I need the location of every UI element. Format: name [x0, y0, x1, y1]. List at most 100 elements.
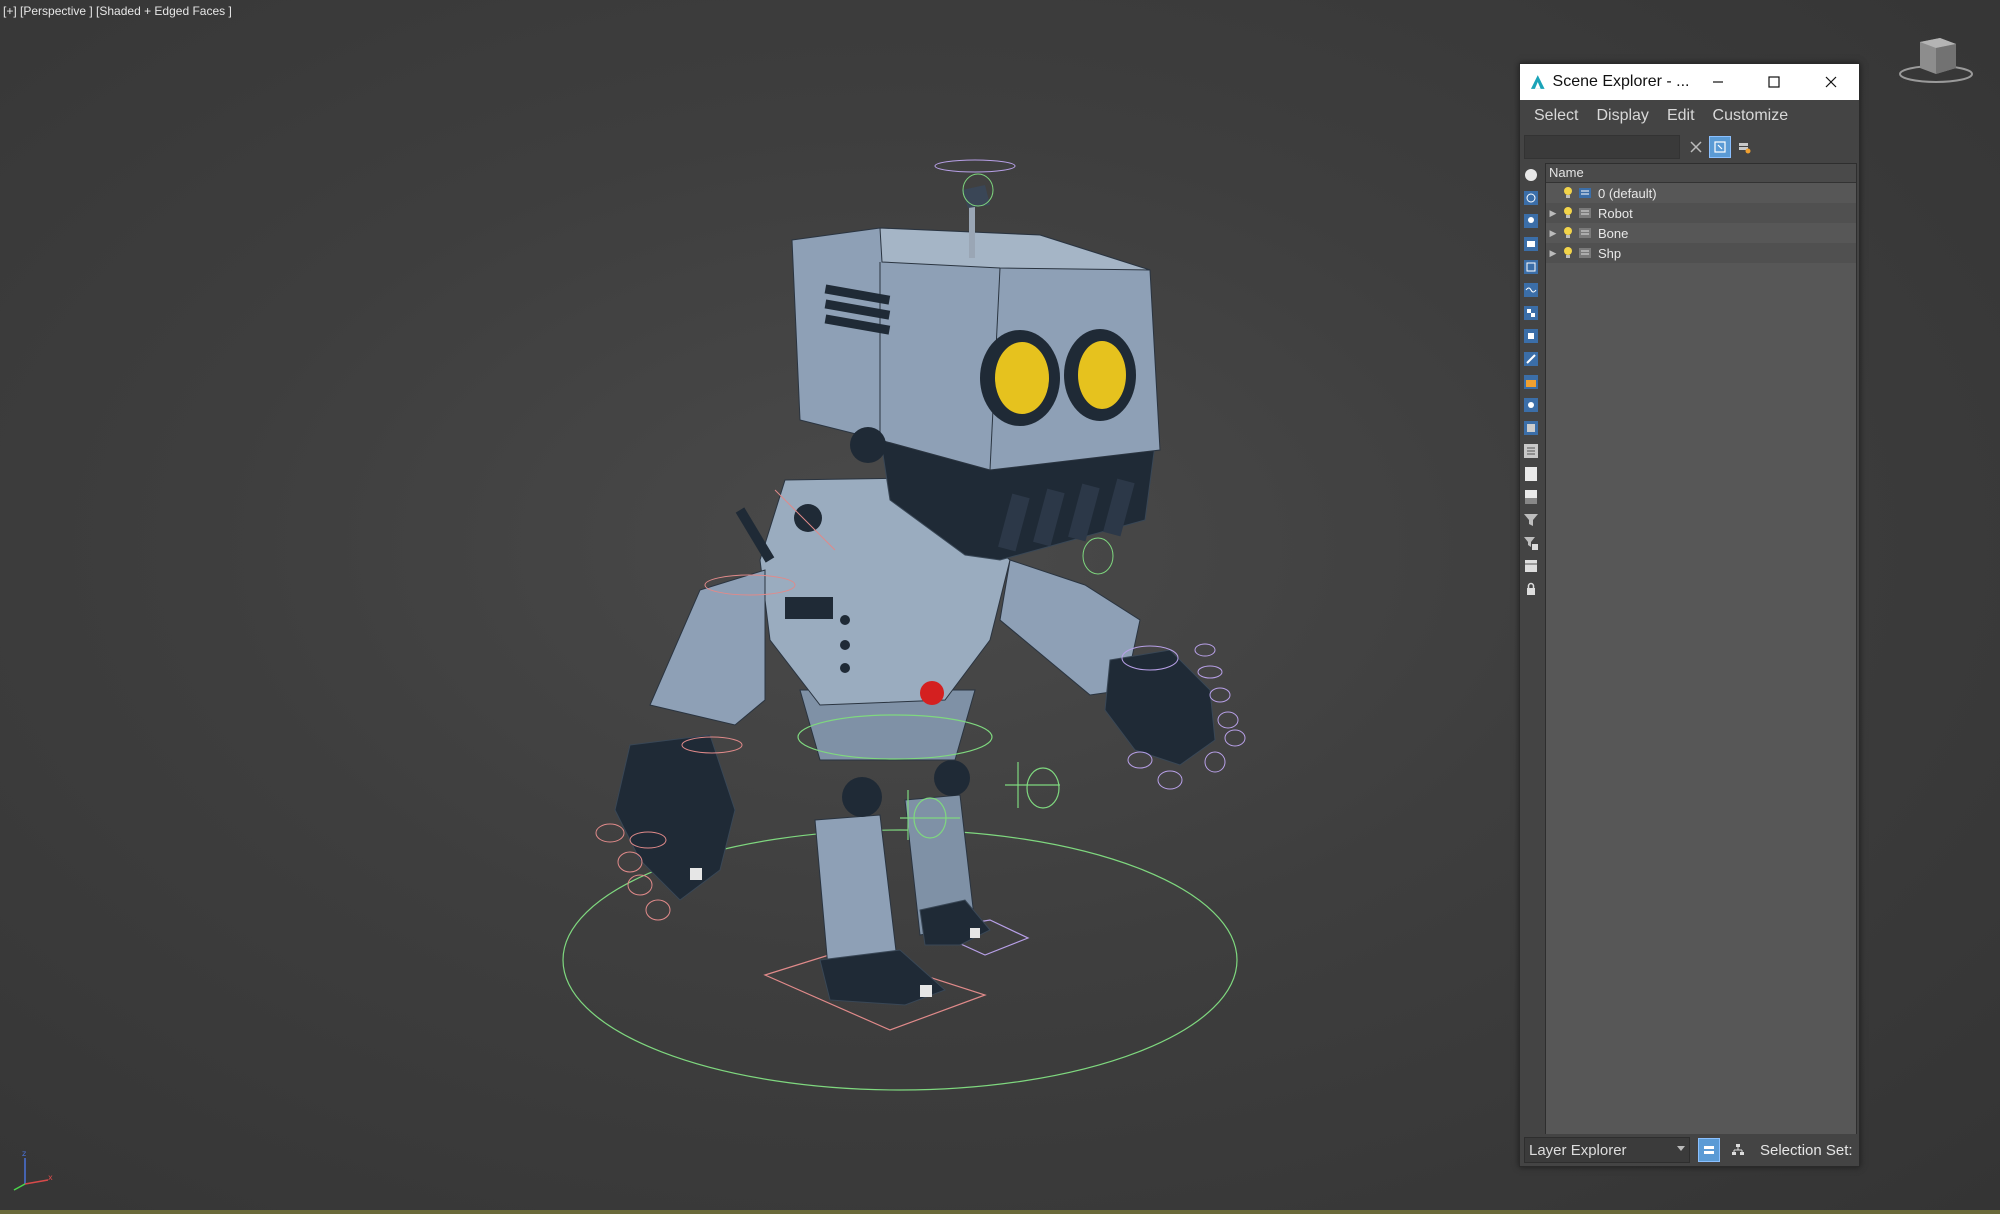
menu-customize[interactable]: Customize: [1705, 107, 1799, 125]
menu-bar: Select Display Edit Customize: [1520, 100, 1859, 132]
explorer-body: Name 0 (default) ▶ Robot ▶ Bone ▶ Shp: [1520, 162, 1859, 1135]
antenna-helper: [934, 159, 1016, 173]
layer-row-shp[interactable]: ▶ Shp: [1546, 243, 1856, 263]
display-containers-button[interactable]: [1522, 373, 1540, 391]
layers-icon: [1739, 143, 1751, 154]
explorer-footer: Layer Explorer Selection Set:: [1520, 1134, 1859, 1166]
filter-options-icon: [1524, 537, 1538, 550]
layer-options-button[interactable]: [1734, 137, 1754, 157]
layer-name: 0 (default): [1598, 185, 1657, 201]
frozen-icon: [1524, 398, 1538, 412]
display-none-icon: [1525, 467, 1537, 481]
layer-icon: [1579, 248, 1591, 258]
lock-icon: [1527, 582, 1535, 595]
layer-name: Shp: [1598, 245, 1622, 261]
filter-button[interactable]: [1522, 511, 1540, 529]
display-shapes-button[interactable]: [1522, 189, 1540, 207]
axis-tripod-icon: z x: [13, 1149, 53, 1191]
clear-search-button[interactable]: [1686, 136, 1706, 158]
container-icon: [1524, 375, 1538, 389]
layer-tree[interactable]: Name 0 (default) ▶ Robot ▶ Bone ▶ Shp: [1545, 163, 1857, 1135]
light-icon: [1524, 214, 1538, 228]
close-icon: [1825, 76, 1837, 88]
filter-icon: [1524, 514, 1538, 526]
close-button[interactable]: [1802, 64, 1859, 100]
menu-edit[interactable]: Edit: [1659, 107, 1705, 125]
chest-light: [920, 681, 944, 705]
layer-row-bone[interactable]: ▶ Bone: [1546, 223, 1856, 243]
timeline-strip: [0, 1210, 2000, 1214]
hierarchy-icon: [1732, 1144, 1744, 1155]
expand-arrow-icon[interactable]: ▶: [1546, 248, 1560, 259]
scene-explorer-window[interactable]: Scene Explorer - ... Select Display Edit…: [1519, 63, 1860, 1167]
display-all-icon: [1524, 444, 1538, 458]
group-icon: [1524, 306, 1538, 320]
hand-right: [1104, 649, 1216, 766]
layer-name: Bone: [1598, 225, 1629, 241]
explorer-type-dropdown[interactable]: Layer Explorer: [1524, 1137, 1690, 1163]
table-icon: [1525, 560, 1537, 572]
chevron-down-icon: [1677, 1146, 1685, 1151]
spacewarp-icon: [1524, 283, 1538, 297]
invert-icon: [1525, 490, 1537, 504]
hidden-icon: [1524, 421, 1538, 435]
display-cameras-button[interactable]: [1522, 235, 1540, 253]
expand-arrow-icon[interactable]: ▶: [1546, 208, 1560, 219]
lightbulb-icon[interactable]: [1562, 246, 1574, 260]
filter-toolbar: [1522, 166, 1544, 1134]
layer-icon: [1579, 208, 1591, 218]
find-case-button[interactable]: [1709, 136, 1731, 158]
sort-by-hierarchy-button[interactable]: [1728, 1139, 1748, 1161]
display-none-button[interactable]: [1522, 465, 1540, 483]
menu-display[interactable]: Display: [1588, 107, 1658, 125]
viewcube-icon[interactable]: [1896, 30, 1976, 90]
column-header-name[interactable]: Name: [1546, 164, 1856, 183]
sort-button[interactable]: [1522, 557, 1540, 575]
lightbulb-icon[interactable]: [1562, 226, 1574, 240]
display-groups-button[interactable]: [1522, 304, 1540, 322]
display-geometry-button[interactable]: [1522, 166, 1540, 184]
sphere-icon: [1525, 169, 1537, 181]
xref-icon: [1524, 329, 1538, 343]
menu-select[interactable]: Select: [1526, 107, 1588, 125]
display-lights-button[interactable]: [1522, 212, 1540, 230]
lightbulb-icon[interactable]: [1562, 186, 1574, 200]
search-input[interactable]: [1524, 135, 1680, 159]
display-spacewarps-button[interactable]: [1522, 281, 1540, 299]
display-xrefs-button[interactable]: [1522, 327, 1540, 345]
maximize-icon: [1768, 76, 1780, 88]
layer-row-robot[interactable]: ▶ Robot: [1546, 203, 1856, 223]
layer-row-default[interactable]: 0 (default): [1546, 183, 1856, 203]
scene-explorer-titlebar[interactable]: Scene Explorer - ...: [1520, 64, 1859, 100]
display-hidden-button[interactable]: [1522, 419, 1540, 437]
layer-icon: [1579, 188, 1591, 198]
minimize-button[interactable]: [1689, 64, 1746, 100]
search-row: [1520, 132, 1859, 162]
display-helpers-button[interactable]: [1522, 258, 1540, 276]
expand-arrow-icon[interactable]: ▶: [1546, 228, 1560, 239]
selection-set-label[interactable]: Selection Set:: [1760, 1142, 1853, 1159]
clear-icon: [1690, 141, 1702, 153]
layer-icon: [1579, 228, 1591, 238]
helper-icon: [1524, 260, 1538, 274]
display-bones-button[interactable]: [1522, 350, 1540, 368]
layers-icon: [1704, 1146, 1714, 1154]
app-logo-icon: [1530, 75, 1545, 89]
display-frozen-button[interactable]: [1522, 396, 1540, 414]
hand-left: [614, 734, 736, 901]
layer-name: Robot: [1598, 205, 1633, 221]
filter-options-button[interactable]: [1522, 534, 1540, 552]
svg-text:z: z: [22, 1149, 26, 1158]
sort-by-layer-button[interactable]: [1698, 1138, 1720, 1162]
explorer-type-value: Layer Explorer: [1529, 1141, 1627, 1159]
minimize-icon: [1712, 81, 1723, 83]
camera-icon: [1524, 237, 1538, 251]
maximize-button[interactable]: [1746, 64, 1803, 100]
bone-icon: [1524, 352, 1538, 366]
find-icon: [1714, 141, 1726, 153]
window-title: Scene Explorer - ...: [1552, 73, 1690, 90]
lightbulb-icon[interactable]: [1562, 206, 1574, 220]
lock-button[interactable]: [1522, 580, 1540, 598]
display-all-button[interactable]: [1522, 442, 1540, 460]
invert-display-button[interactable]: [1522, 488, 1540, 506]
